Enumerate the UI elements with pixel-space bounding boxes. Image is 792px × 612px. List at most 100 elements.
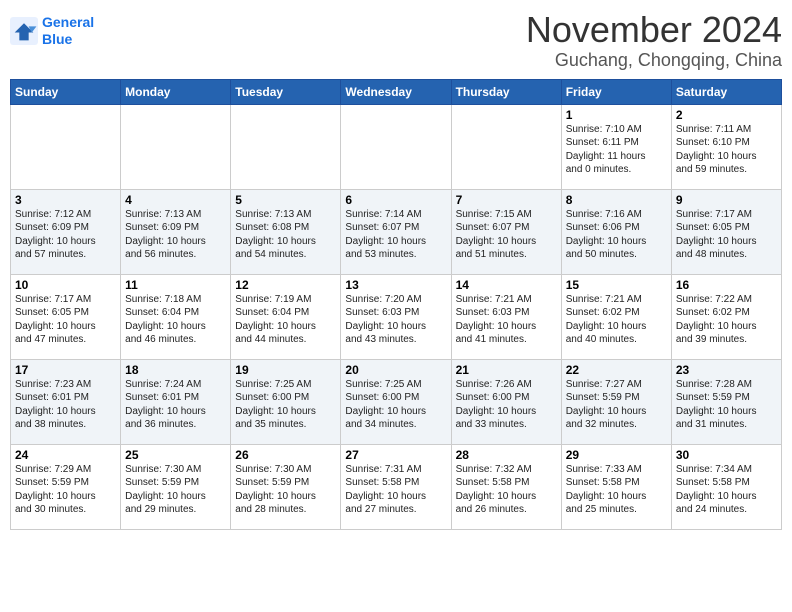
day-number: 17 (15, 363, 116, 377)
calendar-cell: 27Sunrise: 7:31 AM Sunset: 5:58 PM Dayli… (341, 444, 451, 529)
day-info: Sunrise: 7:24 AM Sunset: 6:01 PM Dayligh… (125, 378, 226, 432)
week-row-4: 17Sunrise: 7:23 AM Sunset: 6:01 PM Dayli… (11, 359, 782, 444)
day-number: 30 (676, 448, 777, 462)
calendar-body: 1Sunrise: 7:10 AM Sunset: 6:11 PM Daylig… (11, 104, 782, 529)
day-info: Sunrise: 7:20 AM Sunset: 6:03 PM Dayligh… (345, 293, 446, 347)
calendar-cell: 7Sunrise: 7:15 AM Sunset: 6:07 PM Daylig… (451, 189, 561, 274)
calendar-cell (11, 104, 121, 189)
day-info: Sunrise: 7:30 AM Sunset: 5:59 PM Dayligh… (235, 463, 336, 517)
calendar-cell: 22Sunrise: 7:27 AM Sunset: 5:59 PM Dayli… (561, 359, 671, 444)
weekday-row: SundayMondayTuesdayWednesdayThursdayFrid… (11, 79, 782, 104)
logo-line1: General (42, 14, 94, 30)
calendar-cell: 29Sunrise: 7:33 AM Sunset: 5:58 PM Dayli… (561, 444, 671, 529)
day-info: Sunrise: 7:13 AM Sunset: 6:09 PM Dayligh… (125, 208, 226, 262)
day-info: Sunrise: 7:34 AM Sunset: 5:58 PM Dayligh… (676, 463, 777, 517)
day-info: Sunrise: 7:21 AM Sunset: 6:02 PM Dayligh… (566, 293, 667, 347)
day-number: 5 (235, 193, 336, 207)
week-row-3: 10Sunrise: 7:17 AM Sunset: 6:05 PM Dayli… (11, 274, 782, 359)
day-info: Sunrise: 7:22 AM Sunset: 6:02 PM Dayligh… (676, 293, 777, 347)
day-number: 11 (125, 278, 226, 292)
day-info: Sunrise: 7:10 AM Sunset: 6:11 PM Dayligh… (566, 123, 667, 177)
day-number: 23 (676, 363, 777, 377)
day-number: 24 (15, 448, 116, 462)
week-row-1: 1Sunrise: 7:10 AM Sunset: 6:11 PM Daylig… (11, 104, 782, 189)
weekday-header-friday: Friday (561, 79, 671, 104)
day-info: Sunrise: 7:30 AM Sunset: 5:59 PM Dayligh… (125, 463, 226, 517)
calendar-cell (231, 104, 341, 189)
month-title: November 2024 (526, 10, 782, 50)
calendar-cell: 13Sunrise: 7:20 AM Sunset: 6:03 PM Dayli… (341, 274, 451, 359)
calendar-cell: 1Sunrise: 7:10 AM Sunset: 6:11 PM Daylig… (561, 104, 671, 189)
day-info: Sunrise: 7:16 AM Sunset: 6:06 PM Dayligh… (566, 208, 667, 262)
day-number: 14 (456, 278, 557, 292)
day-info: Sunrise: 7:12 AM Sunset: 6:09 PM Dayligh… (15, 208, 116, 262)
day-number: 20 (345, 363, 446, 377)
calendar-cell: 28Sunrise: 7:32 AM Sunset: 5:58 PM Dayli… (451, 444, 561, 529)
day-number: 29 (566, 448, 667, 462)
day-info: Sunrise: 7:32 AM Sunset: 5:58 PM Dayligh… (456, 463, 557, 517)
calendar-cell: 14Sunrise: 7:21 AM Sunset: 6:03 PM Dayli… (451, 274, 561, 359)
calendar-cell: 8Sunrise: 7:16 AM Sunset: 6:06 PM Daylig… (561, 189, 671, 274)
calendar-cell: 9Sunrise: 7:17 AM Sunset: 6:05 PM Daylig… (671, 189, 781, 274)
day-info: Sunrise: 7:33 AM Sunset: 5:58 PM Dayligh… (566, 463, 667, 517)
calendar-cell (121, 104, 231, 189)
calendar-cell: 20Sunrise: 7:25 AM Sunset: 6:00 PM Dayli… (341, 359, 451, 444)
day-info: Sunrise: 7:11 AM Sunset: 6:10 PM Dayligh… (676, 123, 777, 177)
calendar-cell: 21Sunrise: 7:26 AM Sunset: 6:00 PM Dayli… (451, 359, 561, 444)
calendar-cell: 11Sunrise: 7:18 AM Sunset: 6:04 PM Dayli… (121, 274, 231, 359)
logo-line2: Blue (42, 31, 72, 47)
calendar-cell: 30Sunrise: 7:34 AM Sunset: 5:58 PM Dayli… (671, 444, 781, 529)
weekday-header-thursday: Thursday (451, 79, 561, 104)
day-info: Sunrise: 7:29 AM Sunset: 5:59 PM Dayligh… (15, 463, 116, 517)
day-info: Sunrise: 7:17 AM Sunset: 6:05 PM Dayligh… (676, 208, 777, 262)
day-number: 15 (566, 278, 667, 292)
weekday-header-monday: Monday (121, 79, 231, 104)
weekday-header-saturday: Saturday (671, 79, 781, 104)
calendar-cell: 17Sunrise: 7:23 AM Sunset: 6:01 PM Dayli… (11, 359, 121, 444)
day-info: Sunrise: 7:18 AM Sunset: 6:04 PM Dayligh… (125, 293, 226, 347)
day-info: Sunrise: 7:19 AM Sunset: 6:04 PM Dayligh… (235, 293, 336, 347)
day-number: 26 (235, 448, 336, 462)
calendar-cell: 15Sunrise: 7:21 AM Sunset: 6:02 PM Dayli… (561, 274, 671, 359)
day-info: Sunrise: 7:21 AM Sunset: 6:03 PM Dayligh… (456, 293, 557, 347)
day-info: Sunrise: 7:13 AM Sunset: 6:08 PM Dayligh… (235, 208, 336, 262)
day-info: Sunrise: 7:23 AM Sunset: 6:01 PM Dayligh… (15, 378, 116, 432)
calendar-cell: 4Sunrise: 7:13 AM Sunset: 6:09 PM Daylig… (121, 189, 231, 274)
day-number: 3 (15, 193, 116, 207)
calendar-cell: 23Sunrise: 7:28 AM Sunset: 5:59 PM Dayli… (671, 359, 781, 444)
day-number: 18 (125, 363, 226, 377)
day-info: Sunrise: 7:27 AM Sunset: 5:59 PM Dayligh… (566, 378, 667, 432)
calendar-cell: 3Sunrise: 7:12 AM Sunset: 6:09 PM Daylig… (11, 189, 121, 274)
calendar-cell (341, 104, 451, 189)
location-title: Guchang, Chongqing, China (526, 50, 782, 71)
logo-icon (10, 17, 38, 45)
calendar-cell: 24Sunrise: 7:29 AM Sunset: 5:59 PM Dayli… (11, 444, 121, 529)
day-number: 21 (456, 363, 557, 377)
day-info: Sunrise: 7:17 AM Sunset: 6:05 PM Dayligh… (15, 293, 116, 347)
day-number: 2 (676, 108, 777, 122)
day-info: Sunrise: 7:25 AM Sunset: 6:00 PM Dayligh… (345, 378, 446, 432)
day-number: 16 (676, 278, 777, 292)
calendar-cell: 26Sunrise: 7:30 AM Sunset: 5:59 PM Dayli… (231, 444, 341, 529)
day-number: 25 (125, 448, 226, 462)
weekday-header-sunday: Sunday (11, 79, 121, 104)
day-info: Sunrise: 7:28 AM Sunset: 5:59 PM Dayligh… (676, 378, 777, 432)
title-area: November 2024 Guchang, Chongqing, China (526, 10, 782, 71)
week-row-5: 24Sunrise: 7:29 AM Sunset: 5:59 PM Dayli… (11, 444, 782, 529)
header: General Blue November 2024 Guchang, Chon… (10, 10, 782, 71)
calendar-cell: 5Sunrise: 7:13 AM Sunset: 6:08 PM Daylig… (231, 189, 341, 274)
calendar-cell: 19Sunrise: 7:25 AM Sunset: 6:00 PM Dayli… (231, 359, 341, 444)
weekday-header-tuesday: Tuesday (231, 79, 341, 104)
day-number: 27 (345, 448, 446, 462)
logo: General Blue (10, 14, 94, 48)
day-info: Sunrise: 7:26 AM Sunset: 6:00 PM Dayligh… (456, 378, 557, 432)
day-number: 13 (345, 278, 446, 292)
day-number: 8 (566, 193, 667, 207)
calendar-cell: 10Sunrise: 7:17 AM Sunset: 6:05 PM Dayli… (11, 274, 121, 359)
calendar-cell: 25Sunrise: 7:30 AM Sunset: 5:59 PM Dayli… (121, 444, 231, 529)
calendar-header: SundayMondayTuesdayWednesdayThursdayFrid… (11, 79, 782, 104)
weekday-header-wednesday: Wednesday (341, 79, 451, 104)
calendar: SundayMondayTuesdayWednesdayThursdayFrid… (10, 79, 782, 530)
day-info: Sunrise: 7:25 AM Sunset: 6:00 PM Dayligh… (235, 378, 336, 432)
calendar-cell: 16Sunrise: 7:22 AM Sunset: 6:02 PM Dayli… (671, 274, 781, 359)
